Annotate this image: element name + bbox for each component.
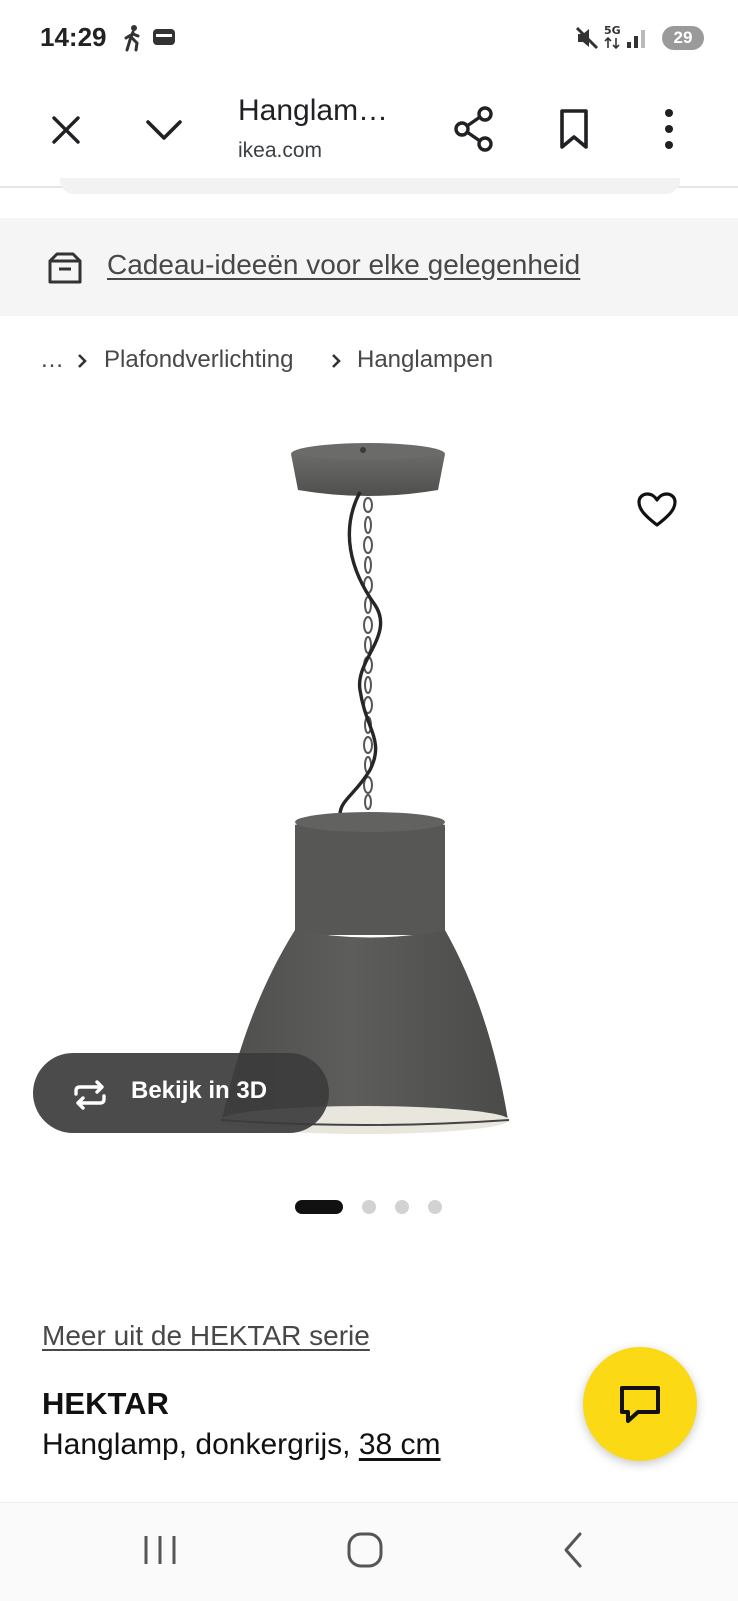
promo-link[interactable]: Cadeau-ideeën voor elke gelegenheid — [107, 249, 580, 281]
product-type: Hanglamp, donkergrijs, — [42, 1428, 351, 1461]
battery-indicator: 29 — [662, 26, 704, 50]
signal-5g-icon: 5G — [604, 24, 645, 50]
series-link[interactable]: Meer uit de HEKTAR serie — [42, 1320, 370, 1352]
bookmark-icon[interactable] — [557, 107, 591, 151]
walking-icon — [124, 25, 140, 52]
product-description: Hanglamp, donkergrijs, 38 cm — [42, 1428, 441, 1462]
more-options-icon[interactable] — [659, 106, 679, 152]
close-icon[interactable] — [46, 110, 86, 150]
product-image[interactable] — [200, 430, 540, 1150]
rotate-3d-icon — [74, 1080, 106, 1110]
chat-icon — [620, 1386, 660, 1423]
chevron-right-icon — [332, 354, 341, 368]
view-in-3d-label: Bekijk in 3D — [131, 1077, 268, 1104]
share-icon[interactable] — [452, 105, 496, 153]
back-icon[interactable] — [558, 1530, 588, 1570]
mute-icon — [575, 26, 599, 50]
browser-toolbar — [0, 76, 738, 188]
gift-box-icon — [48, 252, 82, 284]
size-link[interactable]: 38 cm — [359, 1428, 441, 1461]
breadcrumb-ellipsis[interactable]: … — [40, 346, 64, 374]
wallet-icon — [153, 29, 175, 45]
home-icon[interactable] — [345, 1530, 385, 1570]
chevron-down-icon[interactable] — [142, 112, 186, 148]
product-name: HEKTAR — [42, 1386, 169, 1421]
chevron-right-icon — [78, 354, 87, 368]
search-bar-remnant — [60, 178, 680, 194]
carousel-dot-active[interactable] — [295, 1200, 343, 1214]
carousel-dot[interactable] — [362, 1200, 376, 1214]
carousel-dot[interactable] — [428, 1200, 442, 1214]
breadcrumb-item[interactable]: Plafondverlichting — [104, 346, 293, 374]
carousel-dot[interactable] — [395, 1200, 409, 1214]
page-title: Hanglam… — [238, 94, 389, 127]
svg-text:5G: 5G — [604, 24, 621, 37]
status-time: 14:29 — [40, 22, 107, 52]
heart-icon[interactable] — [636, 491, 678, 529]
page-domain: ikea.com — [238, 139, 323, 162]
recent-apps-icon[interactable] — [140, 1530, 180, 1570]
breadcrumb-item[interactable]: Hanglampen — [357, 346, 493, 374]
